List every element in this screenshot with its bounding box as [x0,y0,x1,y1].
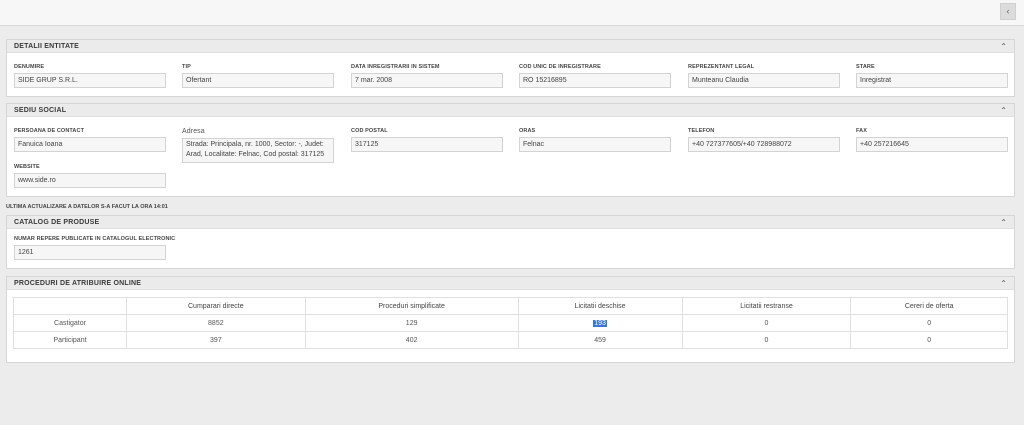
table-row: Castigator 8852 129 193 0 0 [13,314,1008,332]
field-reprezentant: REPREZENTANT LEGAL Munteanu Claudia [688,64,840,88]
field-address: Adresa Strada: Principala, nr. 1000, Sec… [182,128,334,163]
field-label: REPREZENTANT LEGAL [688,64,755,70]
table-cell: 402 [304,331,519,349]
field-label: FAX [856,128,867,134]
procedures-table: Cumparari directe Proceduri simplificate… [13,297,1008,349]
table-cell: 0 [681,314,852,332]
field-label: DENUMIRE [14,64,45,70]
column-header: Cumparari directe [126,297,306,315]
field-label: ORAS [519,128,536,134]
row-label: Castigator [13,314,127,332]
field-label: NUMAR REPERE PUBLICATE IN CATALOGUL ELEC… [14,236,176,242]
fax-input[interactable]: +40 257216645 [856,137,1008,152]
column-header: Cereri de oferta [850,297,1008,315]
table-cell: 459 [517,331,683,349]
table-cell: 0 [681,331,852,349]
table-cell: 397 [126,331,306,349]
table-cell: 193 [517,314,683,332]
field-label: STARE [856,64,875,70]
field-tip: TIP Ofertant [182,64,334,88]
panel-title: CATALOG DE PRODUSE [14,219,100,226]
field-fax: FAX +40 257216645 [856,128,1008,152]
field-label: COD POSTAL [351,128,388,134]
field-label: TIP [182,64,191,70]
catalog-count-input[interactable]: 1261 [14,245,166,260]
postal-code-input[interactable]: 317125 [351,137,503,152]
panel-title: DETALII ENTITATE [14,43,80,50]
registered-office-panel: SEDIU SOCIAL ⌃ PERSOANA DE CONTACT Fanui… [6,103,1015,197]
row-label: Participant [13,331,127,349]
procedures-header[interactable]: PROCEDURI DE ATRIBUIRE ONLINE ⌃ [7,277,1014,290]
column-header: Licitatii restranse [681,297,852,315]
panel-title: PROCEDURI DE ATRIBUIRE ONLINE [14,280,142,287]
registered-office-header[interactable]: SEDIU SOCIAL ⌃ [7,104,1014,117]
tip-input[interactable]: Ofertant [182,73,334,88]
field-denumire: DENUMIRE SIDE GRUP S.R.L. [14,64,166,88]
field-postal-code: COD POSTAL 317125 [351,128,503,152]
chevron-up-icon[interactable]: ⌃ [1000,42,1007,51]
field-contact-person: PERSOANA DE CONTACT Fanuica Ioana [14,128,166,152]
cui-input[interactable]: RO 15216895 [519,73,671,88]
field-catalog-count: NUMAR REPERE PUBLICATE IN CATALOGUL ELEC… [14,236,175,260]
table-cell: 0 [850,314,1008,332]
field-label: WEBSITE [14,164,40,170]
collapse-sidebar-button[interactable]: ‹ [1000,3,1016,20]
entity-details-panel: DETALII ENTITATE ⌃ DENUMIRE SIDE GRUP S.… [6,39,1015,97]
field-data-inregistrarii: DATA INREGISTRARII IN SISTEM 7 mar. 2008 [351,64,503,88]
field-stare: STARE Inregistrat [856,64,1008,88]
field-cui: COD UNIC DE INREGISTRARE RO 15216895 [519,64,671,88]
website-input[interactable]: www.side.ro [14,173,166,188]
column-header: Proceduri simplificate [304,297,519,315]
product-catalog-header[interactable]: CATALOG DE PRODUSE ⌃ [7,216,1014,229]
status-input[interactable]: Inregistrat [856,73,1008,88]
column-header: Licitatii deschise [517,297,683,315]
chevron-up-icon[interactable]: ⌃ [1000,218,1007,227]
denumire-input[interactable]: SIDE GRUP S.R.L. [14,73,166,88]
chevron-up-icon[interactable]: ⌃ [1000,279,1007,288]
top-bar: ‹ [0,0,1024,26]
header-corner-cell [13,297,127,315]
last-update-note: ULTIMA ACTUALIZARE A DATELOR S-A FACUT L… [6,204,168,210]
phone-input[interactable]: +40 727377605/+40 728988072 [688,137,840,152]
table-row: Participant 397 402 459 0 0 [13,331,1008,349]
field-label: PERSOANA DE CONTACT [14,128,85,134]
field-label: Adresa [182,128,205,135]
field-label: TELEFON [688,128,715,134]
table-cell: 8852 [126,314,306,332]
entity-details-header[interactable]: DETALII ENTITATE ⌃ [7,40,1014,53]
field-label: COD UNIC DE INREGISTRARE [519,64,601,70]
city-input[interactable]: Felnac [519,137,671,152]
field-label: DATA INREGISTRARII IN SISTEM [351,64,440,70]
field-website: WEBSITE www.side.ro [14,164,166,188]
procedures-panel: PROCEDURI DE ATRIBUIRE ONLINE ⌃ Cumparar… [6,276,1015,363]
field-phone: TELEFON +40 727377605/+40 728988072 [688,128,840,152]
product-catalog-panel: CATALOG DE PRODUSE ⌃ NUMAR REPERE PUBLIC… [6,215,1015,269]
selected-text[interactable]: 193 [593,319,607,327]
registration-date-input[interactable]: 7 mar. 2008 [351,73,503,88]
chevron-left-icon: ‹ [1006,6,1010,16]
contact-person-input[interactable]: Fanuica Ioana [14,137,166,152]
chevron-up-icon[interactable]: ⌃ [1000,106,1007,115]
address-input[interactable]: Strada: Principala, nr. 1000, Sector: -,… [182,138,334,163]
table-cell: 0 [850,331,1008,349]
field-city: ORAS Felnac [519,128,671,152]
panel-title: SEDIU SOCIAL [14,107,67,114]
table-header-row: Cumparari directe Proceduri simplificate… [13,297,1008,315]
legal-representative-input[interactable]: Munteanu Claudia [688,73,840,88]
table-cell: 129 [304,314,519,332]
